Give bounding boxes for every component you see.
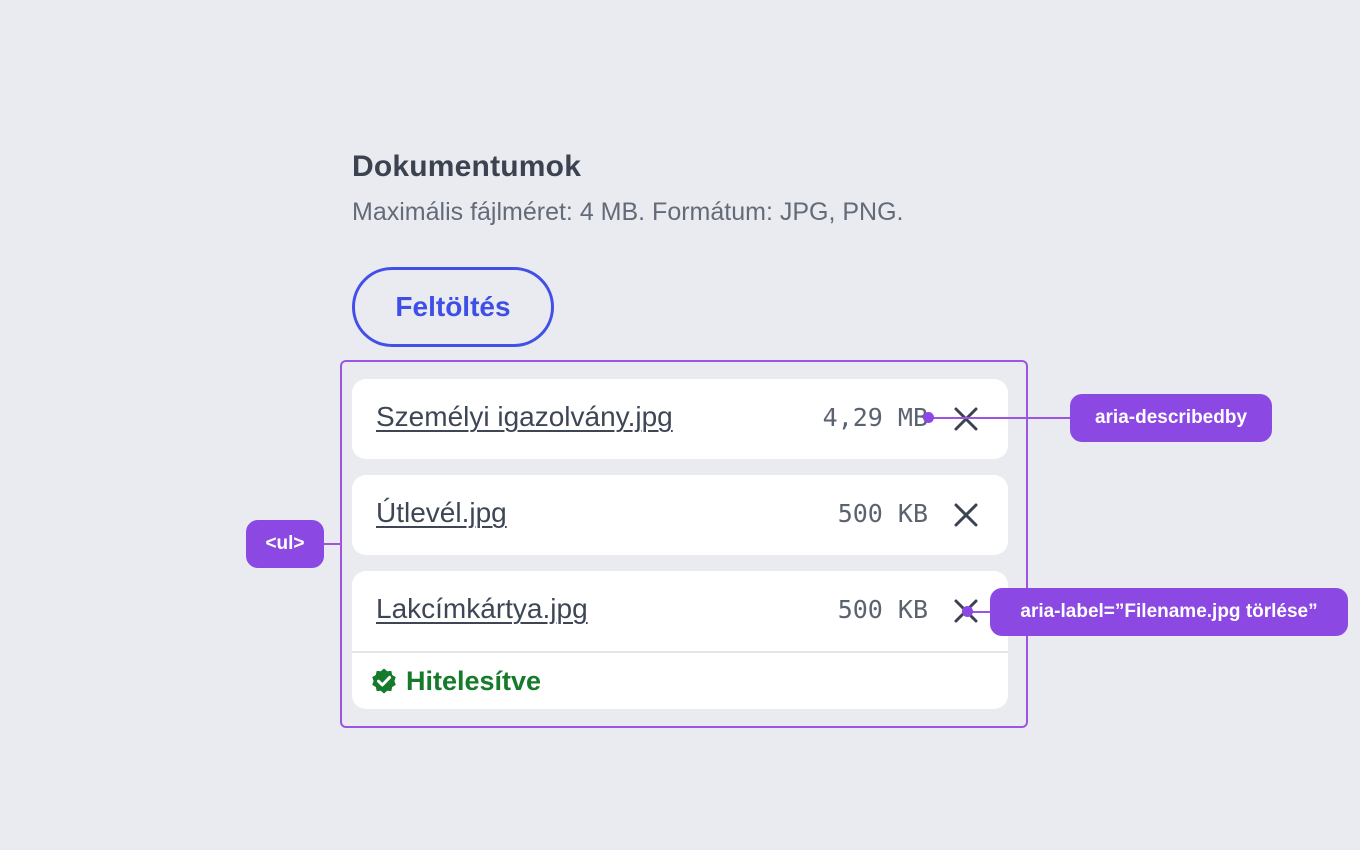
verified-status-label: Hitelesítve	[406, 665, 542, 696]
describedby-annotation-badge: aria-describedby	[1070, 394, 1272, 442]
aria-label-annotation-badge: aria-label=”Filename.jpg törlése”	[990, 588, 1348, 636]
remove-file-button[interactable]	[952, 501, 980, 529]
annotation-dot	[923, 412, 934, 423]
file-name-link[interactable]: Személyi igazolvány.jpg	[376, 401, 673, 433]
file-name-link[interactable]: Útlevél.jpg	[376, 497, 507, 529]
close-icon	[954, 407, 978, 431]
annotation-connector	[928, 417, 1072, 419]
file-size: 4,29 MB	[822, 403, 928, 432]
file-name-link[interactable]: Lakcímkártya.jpg	[376, 593, 588, 625]
annotation-connector	[322, 543, 340, 545]
file-item: Személyi igazolvány.jpg 4,29 MB	[352, 379, 1008, 459]
file-item: Útlevél.jpg 500 KB	[352, 475, 1008, 555]
verified-badge-icon	[372, 668, 396, 694]
ul-annotation-badge: <ul>	[246, 520, 324, 568]
verified-status: Hitelesítve	[352, 653, 1008, 709]
upload-button[interactable]: Feltöltés	[352, 267, 554, 347]
file-size: 500 KB	[837, 499, 928, 528]
annotation-dot	[962, 606, 973, 617]
remove-file-button[interactable]	[952, 405, 980, 433]
section-subtitle: Maximális fájlméret: 4 MB. Formátum: JPG…	[352, 198, 904, 226]
file-item: Lakcímkártya.jpg 500 KB Hitelesítve	[352, 571, 1008, 709]
close-icon	[954, 503, 978, 527]
file-size: 500 KB	[837, 595, 928, 624]
section-title: Dokumentumok	[352, 150, 582, 183]
